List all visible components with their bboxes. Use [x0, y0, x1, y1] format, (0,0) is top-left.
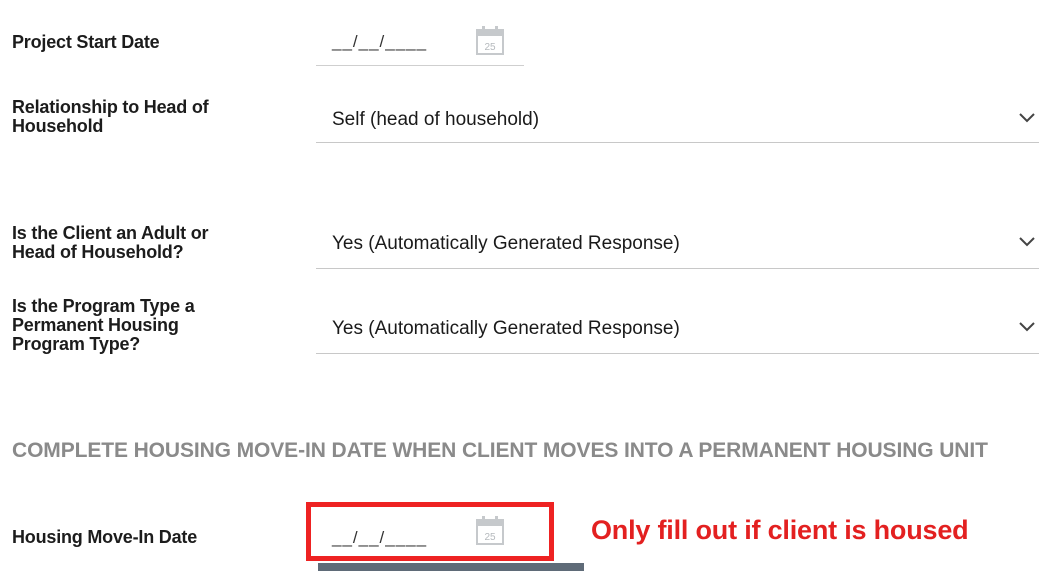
project-start-date-value: __/__/____	[332, 32, 428, 51]
calendar-day: 25	[484, 42, 496, 53]
relationship-select[interactable]: Self (head of household)	[316, 92, 1039, 143]
annotation-text: Only fill out if client is housed	[591, 515, 969, 545]
section-header: COMPLETE HOUSING MOVE-IN DATE WHEN CLIEN…	[12, 439, 988, 462]
highlight-box	[306, 502, 554, 561]
relationship-label-line2: Household	[12, 116, 104, 136]
program-type-select[interactable]: Yes (Automatically Generated Response)	[316, 303, 1039, 354]
program-type-label-line2: Permanent Housing	[12, 315, 179, 335]
chevron-down-icon[interactable]	[1017, 320, 1037, 334]
relationship-label: Relationship to Head of Household	[12, 97, 209, 136]
chevron-down-icon[interactable]	[1017, 235, 1037, 249]
client-adult-label: Is the Client an Adult or Head of Househ…	[12, 223, 209, 262]
relationship-value: Self (head of household)	[332, 109, 540, 130]
program-type-label-line3: Program Type?	[12, 334, 141, 354]
client-adult-label-line1: Is the Client an Adult or	[12, 223, 209, 243]
program-type-value: Yes (Automatically Generated Response)	[332, 318, 680, 339]
client-adult-label-line2: Head of Household?	[12, 242, 184, 262]
client-adult-select[interactable]: Yes (Automatically Generated Response)	[316, 218, 1039, 269]
project-start-date-underline	[316, 65, 524, 66]
client-adult-value: Yes (Automatically Generated Response)	[332, 233, 680, 254]
housing-move-in-date-label: Housing Move-In Date	[12, 527, 198, 547]
calendar-icon[interactable]: 25	[473, 24, 507, 58]
program-type-label: Is the Program Type a Permanent Housing …	[12, 297, 195, 354]
project-start-date-label: Project Start Date	[12, 32, 160, 52]
project-start-date-field[interactable]: __/__/____ 25	[316, 20, 524, 66]
bottom-bar	[318, 563, 584, 571]
program-type-label-line1: Is the Program Type a	[12, 296, 195, 316]
relationship-label-line1: Relationship to Head of	[12, 97, 209, 117]
chevron-down-icon[interactable]	[1017, 111, 1037, 125]
